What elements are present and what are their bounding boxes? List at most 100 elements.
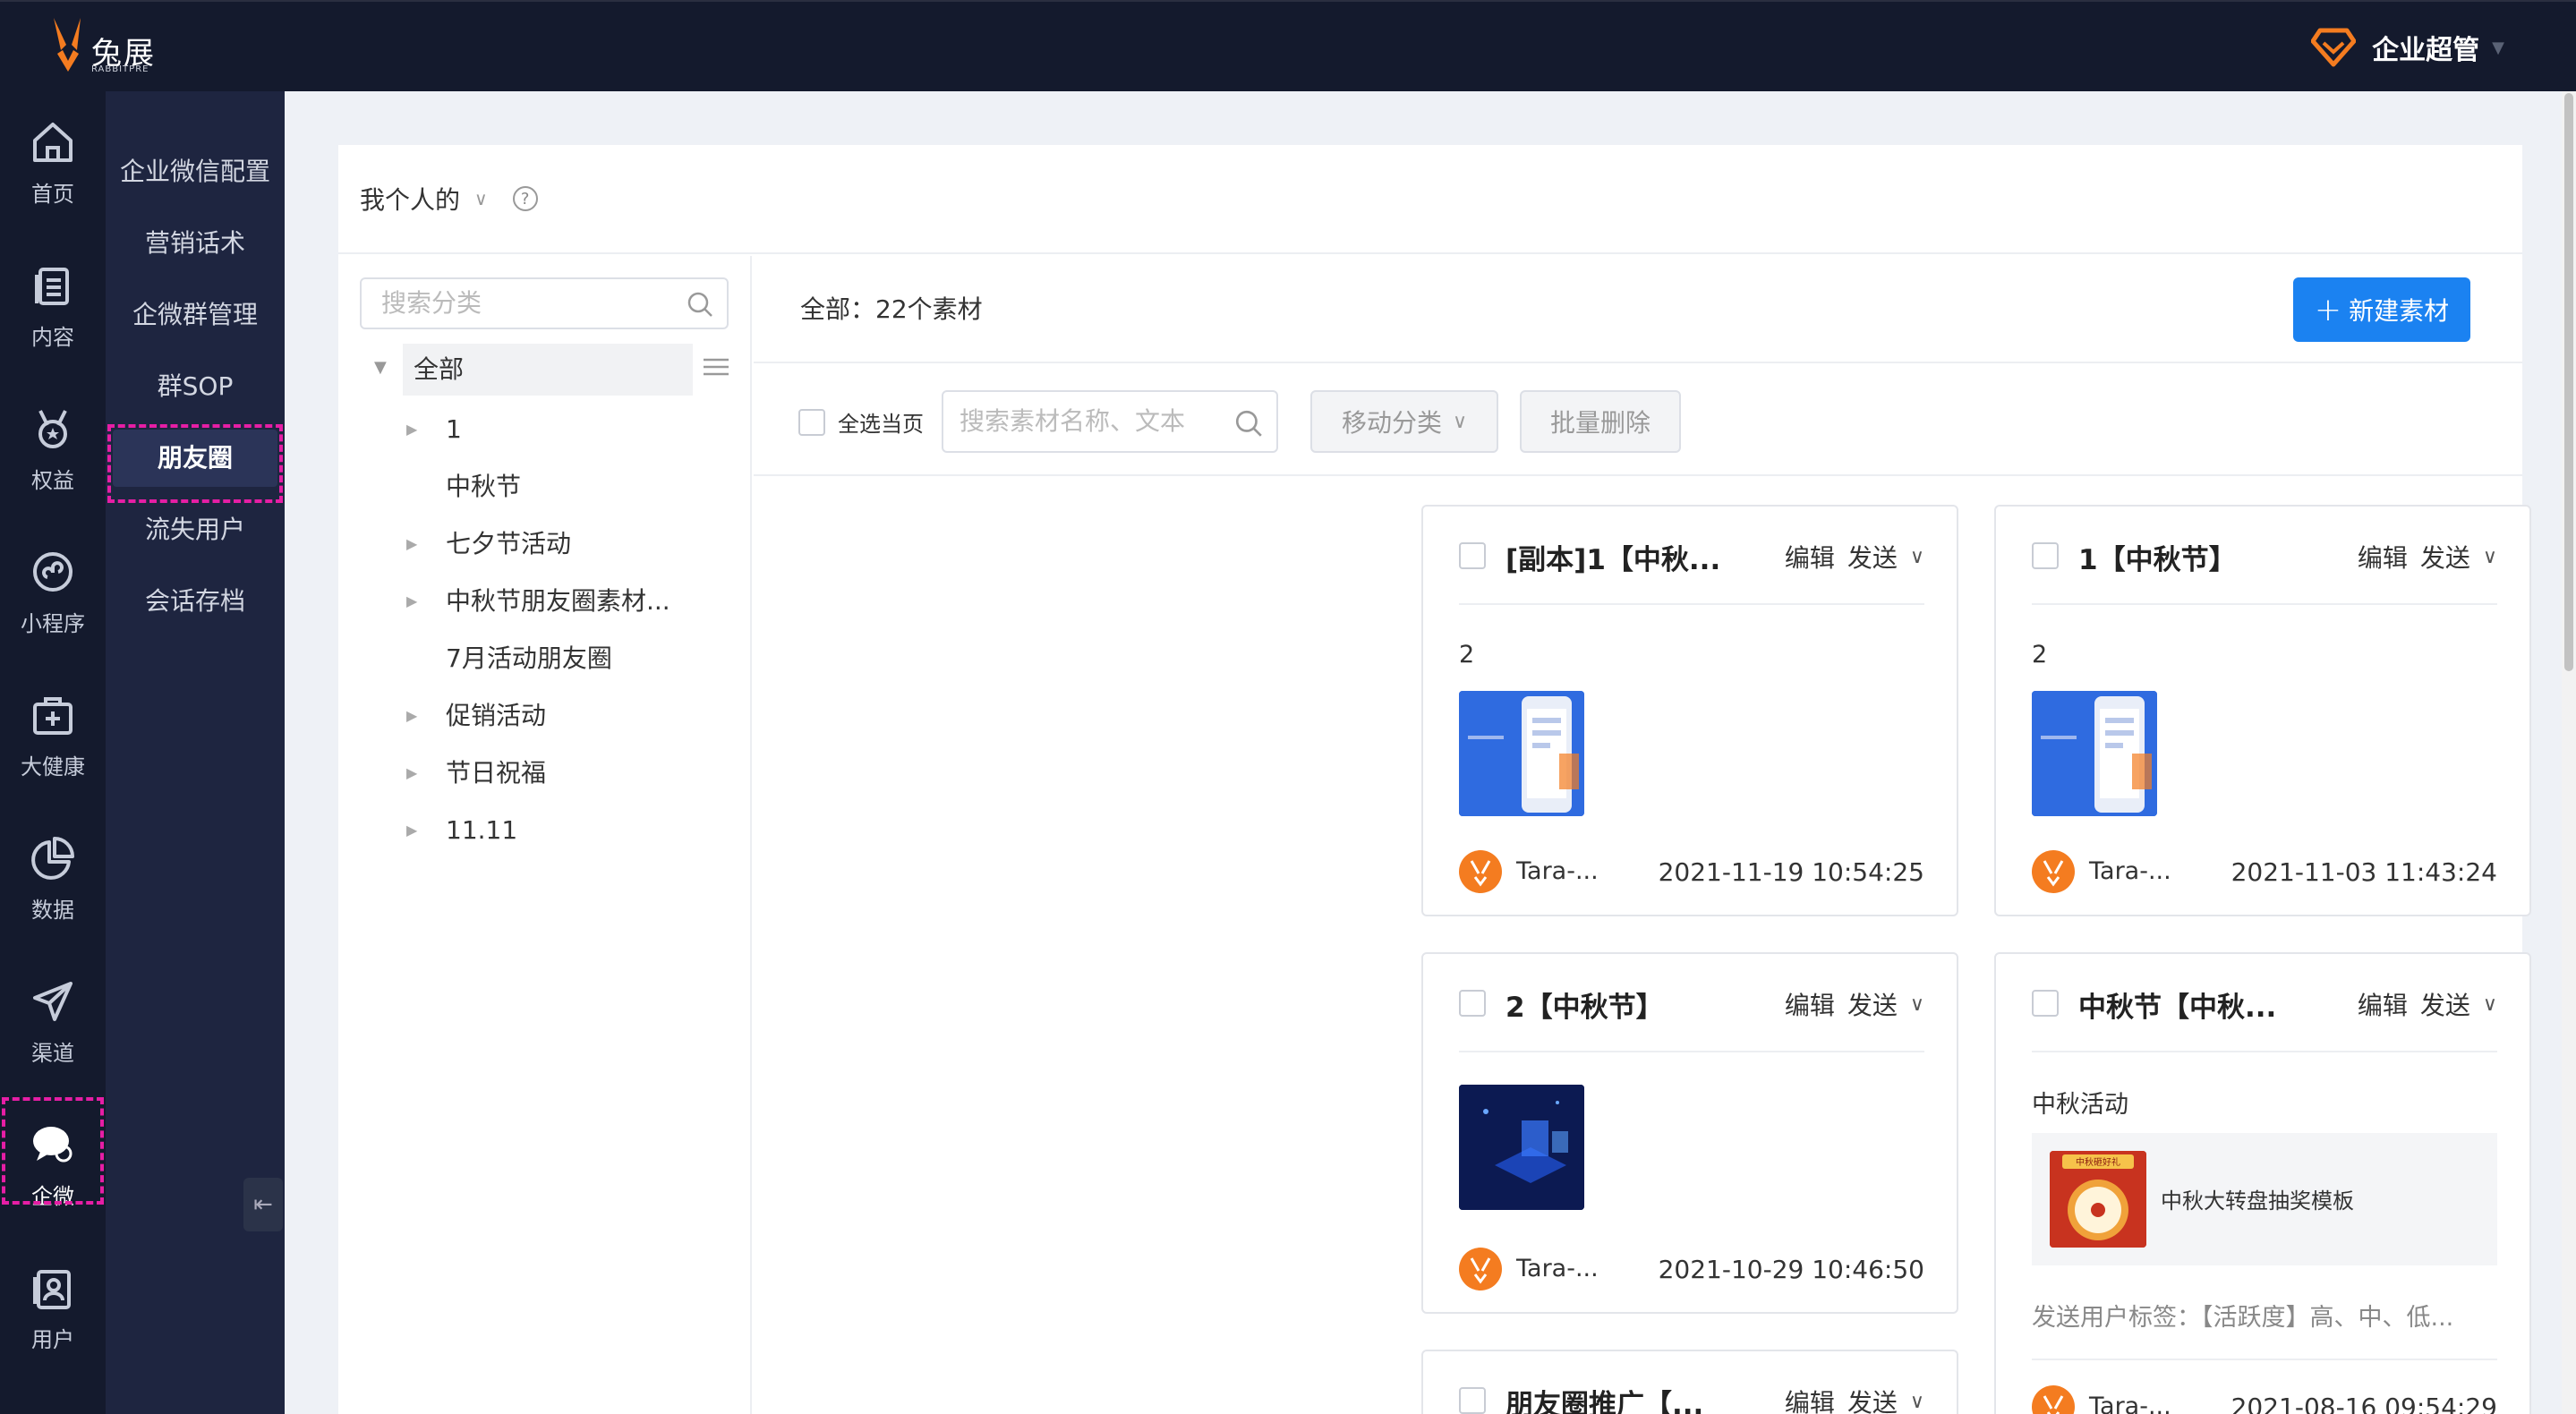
material-card[interactable]: 朋友圈推广【... 编辑 发送 ∨ (1421, 1350, 1958, 1414)
edit-button[interactable]: 编辑 (1785, 539, 1835, 575)
panel-header: 我个人的 ∨ ? (338, 145, 2522, 254)
rail-item-health[interactable]: 大健康 (0, 664, 106, 807)
sub-item-group-management[interactable]: 企微群管理 (106, 279, 285, 351)
caret-right-icon: ▶ (406, 421, 418, 438)
send-button[interactable]: 发送 (1847, 539, 1898, 575)
new-material-button[interactable]: + 新建素材 (2293, 277, 2470, 342)
rail-item-home[interactable]: 首页 (0, 91, 106, 234)
card-checkbox[interactable] (1459, 542, 1486, 569)
caret-down-icon[interactable]: ▼ (374, 358, 387, 377)
rail-item-benefits[interactable]: 权益 (0, 378, 106, 521)
material-search-input[interactable]: 搜索素材名称、文本 (942, 390, 1278, 453)
sub-item-lost-users[interactable]: 流失用户 (106, 494, 285, 566)
link-preview[interactable]: 中秋砸好礼 中秋大转盘抽奖模板 (2032, 1133, 2497, 1265)
rail-item-channel[interactable]: 渠道 (0, 950, 106, 1094)
highlight-box (2, 1097, 104, 1205)
chevron-down-icon[interactable]: ∨ (1910, 1391, 1924, 1413)
help-icon[interactable]: ? (512, 186, 538, 211)
card-checkbox[interactable] (1459, 1387, 1486, 1414)
edit-button[interactable]: 编辑 (1785, 1384, 1835, 1414)
edit-button[interactable]: 编辑 (2358, 539, 2408, 575)
collapse-sidebar-button[interactable]: ⇤ (243, 1178, 283, 1231)
rail-item-wecom[interactable]: 企微 (0, 1094, 106, 1237)
sub-item-wecom-config[interactable]: 企业微信配置 (106, 136, 285, 208)
sub-item-moments[interactable]: 朋友圈 (106, 422, 285, 503)
move-category-button[interactable]: 移动分类 ∨ (1310, 390, 1498, 453)
select-all-checkbox[interactable]: 全选当页 (798, 406, 924, 438)
user-menu[interactable]: 企业超管 ▼ (2311, 27, 2504, 68)
rail-item-content[interactable]: 内容 (0, 234, 106, 378)
paper-plane-icon (33, 981, 73, 1021)
tree-node[interactable]: ▶ 节日祝福 (338, 745, 752, 802)
material-card[interactable]: 中秋节【中秋... 编辑 发送 ∨ 中秋活动 中秋砸好礼 中秋大转盘抽奖模板 发… (1994, 952, 2531, 1414)
chevron-down-icon: ∨ (1452, 410, 1468, 433)
caret-right-icon: ▶ (406, 822, 418, 839)
material-count: 全部：22个素材 (800, 294, 983, 324)
brand-sub: RABBITPRE (91, 64, 149, 74)
tree-node[interactable]: ▶ 11.11 (338, 802, 752, 859)
user-role: 企业超管 (2372, 35, 2480, 66)
category-search-input[interactable]: 搜索分类 (360, 277, 729, 329)
sub-item-marketing-scripts[interactable]: 营销话术 (106, 208, 285, 279)
sub-item-chat-archive[interactable]: 会话存档 (106, 566, 285, 637)
batch-delete-button[interactable]: 批量删除 (1520, 390, 1681, 453)
card-checkbox[interactable] (2032, 990, 2059, 1017)
material-card[interactable]: [副本]1【中秋... 编辑 发送 ∨ 2 Tara-... 2021-11-1… (1421, 505, 1958, 916)
caret-right-icon: ▶ (406, 592, 418, 609)
search-icon[interactable] (1233, 408, 1264, 439)
sub-item-group-sop[interactable]: 群SOP (106, 351, 285, 422)
edit-button[interactable]: 编辑 (2358, 986, 2408, 1022)
caret-right-icon: ▶ (406, 535, 418, 552)
tree-node[interactable]: ▶ 促销活动 (338, 687, 752, 745)
materials-toolbar: 全选当页 搜索素材名称、文本 移动分类 ∨ 批量删除 (754, 365, 2522, 476)
card-checkbox[interactable] (1459, 990, 1486, 1017)
chevron-down-icon[interactable]: ∨ (2483, 546, 2497, 568)
caret-right-icon: ▶ (406, 707, 418, 724)
page-scrollbar[interactable] (2562, 91, 2576, 1414)
health-icon (33, 696, 73, 735)
top-bar: 兔展 RABBITPRE 企业超管 ▼ (0, 0, 2576, 91)
scope-dropdown[interactable]: 我个人的 ∨ ? (360, 181, 538, 217)
send-button[interactable]: 发送 (1847, 1384, 1898, 1414)
chevron-down-icon[interactable]: ∨ (2483, 993, 2497, 1016)
main-panel: 我个人的 ∨ ? 搜索分类 ▼ 全部 ▶ 1 中秋节 ▶ 七夕节活动 ▶ 中秋节朋友圈… (338, 145, 2531, 1414)
chevron-down-icon: ▼ (2492, 38, 2504, 57)
tree-node[interactable]: 7月活动朋友圈 (338, 630, 752, 687)
sub-nav: 企业微信配置 营销话术 企微群管理 群SOP 朋友圈 流失用户 会话存档 ⇤ (106, 91, 285, 1414)
avatar (2032, 850, 2075, 893)
mini-program-icon (33, 551, 73, 592)
main-nav-rail: 首页 内容 权益 小程序 大健康 数据 渠道 企微 用户 (0, 91, 106, 1414)
link-thumbnail: 中秋砸好礼 (2050, 1151, 2146, 1248)
image-thumbnail[interactable] (1459, 691, 1584, 816)
chevron-down-icon: ∨ (474, 188, 488, 209)
tree-node[interactable]: ▶ 中秋节朋友圈素材... (338, 573, 752, 630)
home-icon (33, 122, 73, 162)
send-button[interactable]: 发送 (2420, 539, 2470, 575)
checkbox[interactable] (798, 408, 825, 436)
chevron-down-icon[interactable]: ∨ (1910, 993, 1924, 1016)
rail-item-user[interactable]: 用户 (0, 1237, 106, 1380)
image-thumbnail[interactable] (1459, 1085, 1584, 1210)
send-button[interactable]: 发送 (1847, 986, 1898, 1022)
tree-node-all[interactable]: 全部 (403, 344, 693, 396)
caret-right-icon: ▶ (406, 764, 418, 781)
user-card-icon (33, 1269, 71, 1309)
rail-item-data[interactable]: 数据 (0, 807, 106, 950)
search-icon[interactable] (686, 290, 714, 319)
svg-text:中秋砸好礼: 中秋砸好礼 (2076, 1156, 2120, 1168)
tree-node[interactable]: ▶ 1 (338, 401, 752, 458)
material-card[interactable]: 2【中秋节】 编辑 发送 ∨ Tara-... 2021-10-29 10:46… (1421, 952, 1958, 1314)
edit-button[interactable]: 编辑 (1785, 986, 1835, 1022)
chevron-down-icon[interactable]: ∨ (1910, 546, 1924, 568)
rail-item-mini-program[interactable]: 小程序 (0, 521, 106, 664)
send-button[interactable]: 发送 (2420, 986, 2470, 1022)
card-checkbox[interactable] (2032, 542, 2059, 569)
tree-node[interactable]: ▶ 七夕节活动 (338, 515, 752, 573)
tree-node[interactable]: 中秋节 (338, 458, 752, 515)
document-icon (35, 267, 69, 305)
material-card[interactable]: 1【中秋节】 编辑 发送 ∨ 2 Tara-... 2021-11-03 11:… (1994, 505, 2531, 916)
medal-icon (38, 409, 67, 448)
menu-icon[interactable] (704, 356, 729, 378)
plus-icon: + (2314, 291, 2342, 328)
image-thumbnail[interactable] (2032, 691, 2157, 816)
